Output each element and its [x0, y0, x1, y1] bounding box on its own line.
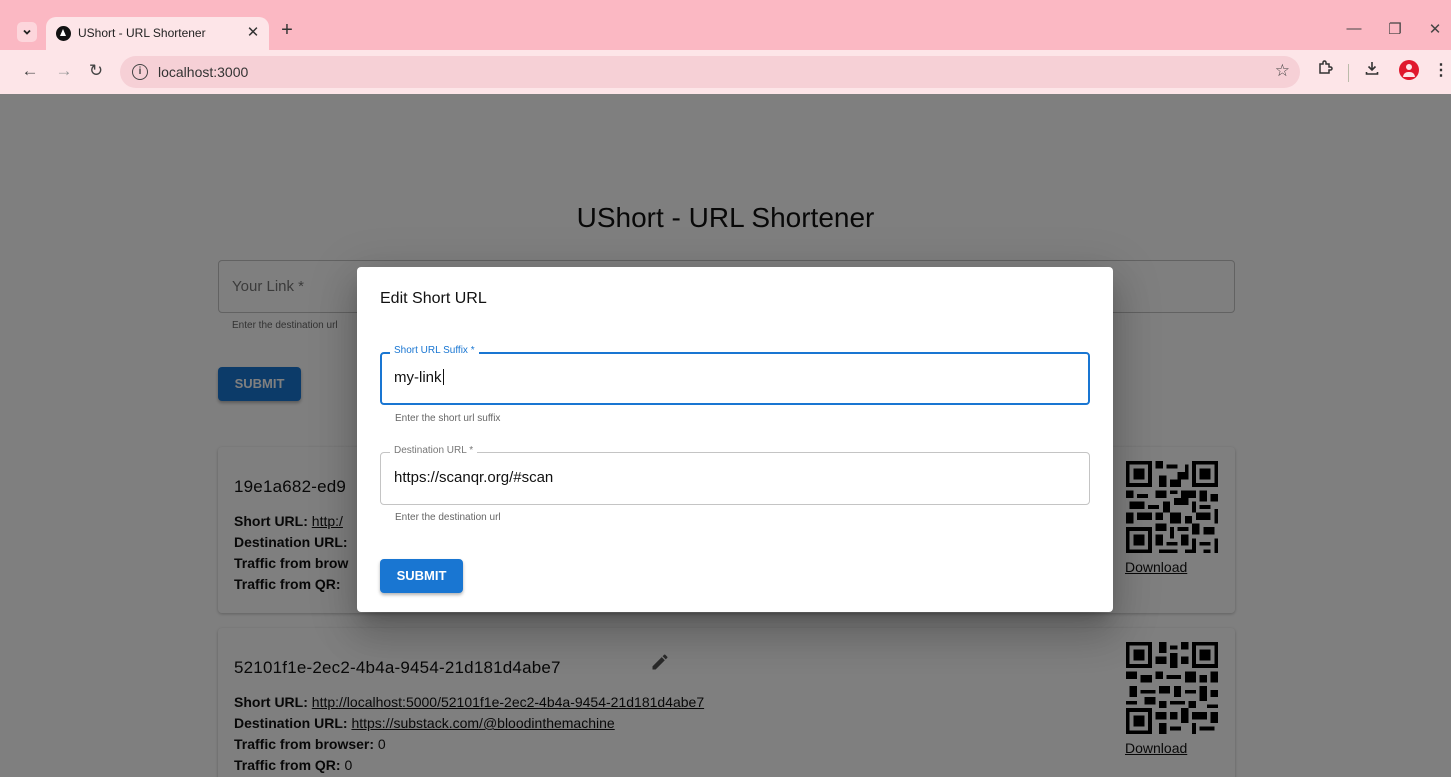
bookmark-star-icon[interactable]: ☆ — [1275, 61, 1290, 81]
profile-avatar-icon[interactable] — [1399, 60, 1419, 80]
browser-tab[interactable]: UShort - URL Shortener ✕ — [46, 17, 269, 50]
destination-url-input[interactable]: Destination URL * https://scanqr.org/#sc… — [380, 445, 1090, 505]
dialog-title: Edit Short URL — [380, 290, 487, 307]
reload-icon[interactable]: ↻ — [86, 61, 106, 81]
address-text[interactable]: localhost:3000 — [158, 64, 248, 80]
tab-title: UShort - URL Shortener — [78, 26, 206, 40]
dialog-submit-button[interactable]: SUBMIT — [380, 559, 463, 593]
tab-search-button[interactable] — [17, 22, 37, 42]
destination-url-value[interactable]: https://scanqr.org/#scan — [394, 469, 553, 486]
minimize-icon[interactable]: — — [1342, 20, 1366, 37]
download-icon[interactable] — [1361, 60, 1383, 81]
chevron-down-icon — [23, 29, 31, 35]
edit-short-url-dialog: Edit Short URL Short URL Suffix * my-lin… — [357, 267, 1113, 612]
close-window-icon[interactable]: ✕ — [1423, 20, 1447, 38]
menu-kebab-icon[interactable]: ⋮ — [1430, 60, 1451, 80]
new-tab-button[interactable]: + — [277, 20, 297, 40]
text-caret — [442, 369, 444, 385]
page-content: UShort - URL Shortener Your Link * Enter… — [0, 94, 1451, 777]
destination-url-field-label: Destination URL * — [390, 445, 478, 456]
back-arrow-icon[interactable]: ← — [20, 61, 40, 81]
browser-tab-bar: UShort - URL Shortener ✕ + — ❐ ✕ — [0, 0, 1451, 50]
forward-arrow-icon[interactable]: → — [54, 61, 74, 81]
destination-url-helper: Enter the destination url — [395, 512, 501, 523]
close-tab-icon[interactable]: ✕ — [244, 23, 262, 41]
restore-icon[interactable]: ❐ — [1383, 20, 1407, 38]
extensions-icon[interactable] — [1314, 60, 1336, 81]
short-url-suffix-label: Short URL Suffix * — [390, 345, 479, 356]
toolbar-divider — [1348, 64, 1349, 82]
short-url-suffix-helper: Enter the short url suffix — [395, 413, 501, 424]
browser-toolbar: ← → ↻ i localhost:3000 ☆ ⋮ — [0, 50, 1451, 94]
short-url-suffix-value[interactable]: my-link — [394, 369, 444, 386]
short-url-suffix-input[interactable]: Short URL Suffix * my-link — [380, 345, 1090, 405]
address-bar[interactable]: i localhost:3000 ☆ — [120, 56, 1300, 88]
app-favicon-icon — [56, 26, 71, 41]
site-info-icon[interactable]: i — [132, 64, 148, 80]
